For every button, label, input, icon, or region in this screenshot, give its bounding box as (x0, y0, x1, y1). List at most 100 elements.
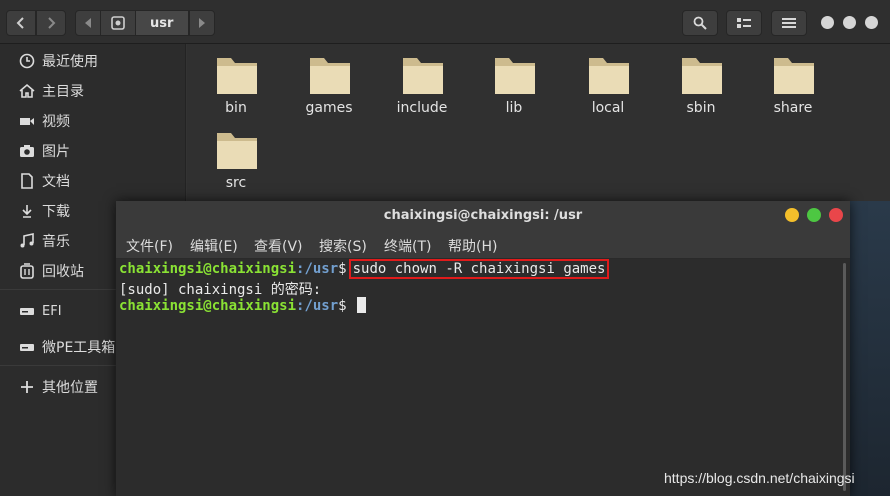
home-icon (18, 82, 36, 100)
drive-icon (18, 338, 36, 356)
maximize-button[interactable] (843, 16, 856, 29)
terminal-line: chaixingsi@chaixingsi:/usr$ (119, 297, 367, 315)
folder-name: games (305, 100, 353, 116)
folder-icon (495, 58, 535, 94)
path-segment-label: usr (150, 15, 174, 31)
sidebar-item-recent[interactable]: 最近使用 (0, 48, 186, 74)
document-icon (18, 172, 36, 190)
minimize-button[interactable] (821, 16, 834, 29)
terminal-scrollbar[interactable] (843, 263, 846, 491)
search-icon (693, 16, 707, 30)
prompt-path: :/usr (296, 298, 339, 314)
menu-edit[interactable]: 编辑(E) (190, 236, 238, 256)
terminal-line: chaixingsi@chaixingsi:/usr$ sudo chown -R… (119, 259, 610, 279)
terminal-titlebar[interactable]: chaixingsi@chaixingsi: /usr (116, 201, 850, 229)
folder-icon (310, 58, 350, 94)
folder-games[interactable]: games (289, 50, 369, 120)
terminal-output[interactable]: chaixingsi@chaixingsi:/usr$ sudo chown -R… (116, 259, 850, 496)
path-right-arrow-button[interactable] (189, 10, 215, 36)
chevron-left-icon (16, 17, 24, 29)
prompt-path: :/usr (296, 261, 339, 277)
folder-sbin[interactable]: sbin (661, 50, 741, 120)
sidebar-item-home[interactable]: 主目录 (0, 78, 186, 104)
sidebar-item-label: 文档 (42, 174, 70, 190)
folder-share[interactable]: share (753, 50, 833, 120)
watermark: https://blog.csdn.net/chaixingsi (664, 470, 855, 486)
trash-icon (18, 262, 36, 280)
sidebar-item-label: 微PE工具箱 (42, 340, 116, 356)
folder-local[interactable]: local (568, 50, 648, 120)
terminal-maximize-button[interactable] (807, 208, 821, 222)
desktop-background (850, 201, 890, 496)
chevron-right-icon (48, 17, 56, 29)
path-segment-usr[interactable]: usr (135, 10, 189, 36)
folder-bin[interactable]: bin (196, 50, 276, 120)
menu-search[interactable]: 搜索(S) (319, 236, 367, 256)
sidebar-item-label: 视频 (42, 114, 70, 130)
folder-icon (217, 58, 257, 94)
drive-icon (18, 302, 36, 320)
close-button[interactable] (865, 16, 878, 29)
folder-icon (403, 58, 443, 94)
folder-name: local (591, 100, 625, 116)
camera-icon (18, 142, 36, 160)
menu-terminal[interactable]: 终端(T) (384, 236, 431, 256)
menu-button[interactable] (771, 10, 807, 36)
folder-include[interactable]: include (382, 50, 462, 120)
terminal-title: chaixingsi@chaixingsi: /usr (383, 207, 583, 223)
terminal-window: chaixingsi@chaixingsi: /usr 文件(F) 编辑(E) … (116, 201, 850, 496)
terminal-line: [sudo] chaixingsi 的密码: (119, 279, 322, 298)
folder-src[interactable]: src (196, 125, 276, 195)
sidebar-item-label: 其他位置 (42, 380, 98, 396)
prompt-symbol: $ (338, 298, 347, 314)
plus-icon (18, 378, 36, 396)
menu-view[interactable]: 查看(V) (254, 236, 303, 256)
sidebar-item-videos[interactable]: 视频 (0, 108, 186, 134)
sidebar-item-label: 图片 (42, 144, 70, 160)
menu-help[interactable]: 帮助(H) (448, 236, 497, 256)
sidebar-item-pictures[interactable]: 图片 (0, 138, 186, 164)
folder-name: share (773, 100, 813, 116)
prompt-user: chaixingsi@chaixingsi (119, 298, 297, 314)
download-icon (18, 202, 36, 220)
triangle-left-icon (85, 18, 91, 28)
sidebar-item-label: 主目录 (42, 84, 84, 100)
folder-icon (217, 133, 257, 169)
folder-icon (589, 58, 629, 94)
sidebar-item-label: EFI (42, 303, 62, 319)
sidebar-item-label: 音乐 (42, 234, 70, 250)
terminal-menubar: 文件(F) 编辑(E) 查看(V) 搜索(S) 终端(T) 帮助(H) (116, 229, 850, 259)
terminal-close-button[interactable] (829, 208, 843, 222)
view-toggle-button[interactable] (726, 10, 762, 36)
sudo-password-prompt: [sudo] chaixingsi 的密码: (119, 282, 322, 298)
hamburger-icon (782, 18, 796, 28)
menu-file[interactable]: 文件(F) (126, 236, 173, 256)
prompt-user: chaixingsi@chaixingsi (119, 261, 297, 277)
path-left-arrow-button[interactable] (75, 10, 101, 36)
folder-icon (682, 58, 722, 94)
terminal-minimize-button[interactable] (785, 208, 799, 222)
drive-root-icon (111, 16, 125, 30)
back-button[interactable] (6, 10, 36, 36)
folder-name: sbin (686, 100, 716, 116)
folder-lib[interactable]: lib (474, 50, 554, 120)
file-manager-header: usr (0, 0, 890, 44)
video-icon (18, 112, 36, 130)
sidebar-item-documents[interactable]: 文档 (0, 168, 186, 194)
sidebar-item-label: 最近使用 (42, 54, 98, 70)
path-root-button[interactable] (100, 10, 136, 36)
folder-name: lib (505, 100, 523, 116)
clock-icon (18, 52, 36, 70)
highlighted-command: sudo chown -R chaixingsi games (348, 259, 610, 279)
triangle-right-icon (199, 18, 205, 28)
folder-icon (774, 58, 814, 94)
folder-name: src (225, 175, 247, 191)
music-icon (18, 232, 36, 250)
prompt-symbol: $ (338, 261, 347, 277)
forward-button[interactable] (36, 10, 66, 36)
sidebar-item-label: 下载 (42, 204, 70, 220)
folder-name: bin (225, 100, 247, 116)
search-button[interactable] (682, 10, 718, 36)
sidebar-item-label: 回收站 (42, 264, 84, 280)
folder-name: include (396, 100, 448, 116)
